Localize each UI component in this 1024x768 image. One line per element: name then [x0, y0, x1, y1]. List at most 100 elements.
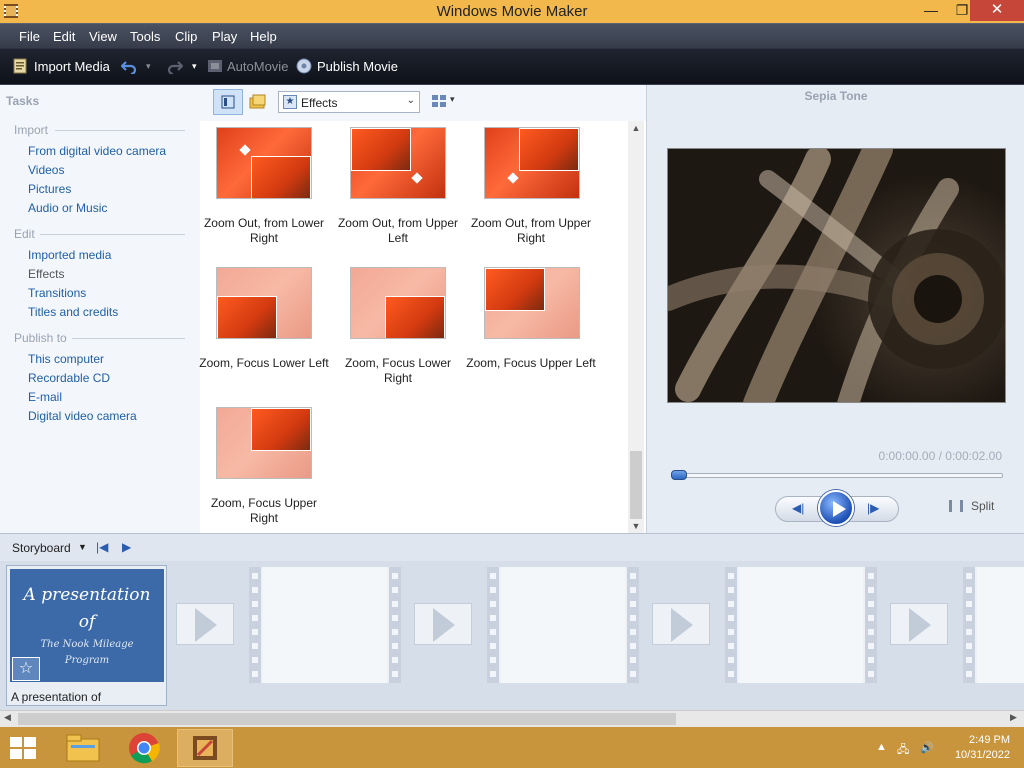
scrollbar-thumb[interactable] [630, 451, 642, 519]
rewind-storyboard-button[interactable]: |◀ [96, 540, 108, 554]
seek-bar-handle[interactable] [671, 470, 687, 480]
close-button[interactable]: ✕ [970, 0, 1024, 21]
redo-dropdown-icon[interactable]: ▾ [192, 61, 197, 72]
scrollbar-thumb[interactable] [18, 713, 676, 725]
storyboard-clip-title[interactable]: A presentation of The Nook Mileage Progr… [6, 565, 167, 706]
empty-clip-slot[interactable] [249, 567, 401, 683]
scroll-left-icon[interactable]: ◀ [4, 712, 11, 723]
split-icon[interactable] [949, 500, 963, 512]
film-holes [249, 567, 261, 683]
title-line: of [78, 612, 96, 632]
network-icon[interactable]: 🖧 [897, 741, 909, 760]
storyboard-label[interactable]: Storyboard [12, 541, 71, 555]
thumbnail-size-dropdown-icon: ▾ [450, 94, 455, 104]
empty-clip-slot[interactable] [487, 567, 639, 683]
next-frame-button[interactable]: |▶ [867, 501, 879, 515]
title-line: A presentation [23, 585, 151, 605]
effect-frame [217, 296, 277, 338]
effect-thumbnail[interactable] [216, 267, 312, 339]
task-transitions[interactable]: Transitions [28, 286, 86, 300]
task-pictures[interactable]: Pictures [28, 182, 71, 196]
menu-edit[interactable]: Edit [53, 29, 75, 44]
transition-slot[interactable] [890, 603, 948, 645]
effect-thumbnail[interactable] [350, 267, 446, 339]
task-imported-media[interactable]: Imported media [28, 248, 111, 262]
effect-thumbnail[interactable] [350, 127, 446, 199]
effect-thumbnail[interactable] [216, 127, 312, 199]
publish-movie-button[interactable]: Publish Movie [317, 59, 398, 74]
scroll-down-icon[interactable]: ▼ [628, 521, 644, 531]
effect-thumbnail[interactable] [484, 267, 580, 339]
publish-movie-icon[interactable] [296, 58, 312, 74]
effect-star-icon[interactable]: ☆ [12, 657, 40, 681]
split-button[interactable]: Split [971, 499, 994, 513]
transition-arrow-icon [671, 608, 693, 642]
file-explorer-taskbar-button[interactable] [55, 729, 111, 767]
redo-icon[interactable] [167, 58, 183, 74]
scroll-right-icon[interactable]: ▶ [1010, 712, 1017, 723]
effect-frame [251, 156, 311, 198]
import-section-title: Import [14, 123, 49, 137]
seek-bar[interactable] [671, 473, 1003, 478]
clock-time: 2:49 PM [969, 734, 1010, 746]
task-from-digital-video-camera[interactable]: From digital video camera [28, 144, 166, 158]
clip-placeholder [977, 567, 1024, 683]
empty-clip-slot[interactable] [725, 567, 877, 683]
effects-scrollbar[interactable]: ▲ ▼ [628, 121, 644, 533]
details-view-button[interactable] [213, 89, 243, 115]
menu-play[interactable]: Play [212, 29, 237, 44]
taskbar-clock[interactable]: 2:49 PM 10/31/2022 [955, 733, 1010, 763]
transition-slot[interactable] [652, 603, 710, 645]
effect-caption: Zoom Out, from Upper Right [470, 216, 592, 245]
preview-pane: Sepia Tone 0:00:00.00 / 0:00:02.00 ◀| |▶… [646, 85, 1024, 533]
menu-tools[interactable]: Tools [130, 29, 160, 44]
previous-frame-button[interactable]: ◀| [792, 501, 804, 515]
show-hidden-icons-icon[interactable]: ▲ [876, 741, 887, 753]
film-holes [963, 567, 975, 683]
thumbnail-grid-icon [432, 95, 446, 107]
volume-icon[interactable]: 🔊 [920, 741, 934, 754]
minimize-button[interactable]: — [916, 0, 946, 21]
task-titles-and-credits[interactable]: Titles and credits [28, 305, 118, 319]
menu-clip[interactable]: Clip [175, 29, 197, 44]
task-digital-video-camera[interactable]: Digital video camera [28, 409, 137, 423]
transition-arrow-icon [433, 608, 455, 642]
menu-file[interactable]: File [19, 29, 40, 44]
storyboard-dropdown-icon[interactable]: ▼ [78, 542, 87, 552]
task-audio-or-music[interactable]: Audio or Music [28, 201, 107, 215]
movie-maker-taskbar-button[interactable] [177, 729, 233, 767]
menu-view[interactable]: View [89, 29, 117, 44]
effect-thumbnail[interactable] [216, 407, 312, 479]
scroll-up-icon[interactable]: ▲ [628, 123, 644, 133]
play-storyboard-button[interactable]: ▶ [122, 540, 131, 554]
chrome-icon [129, 733, 160, 764]
automovie-icon[interactable] [207, 58, 223, 74]
task-this-computer[interactable]: This computer [28, 352, 104, 366]
undo-icon[interactable] [121, 58, 137, 74]
chrome-taskbar-button[interactable] [116, 729, 172, 767]
transition-slot[interactable] [414, 603, 472, 645]
folder-view-button[interactable] [245, 89, 271, 115]
import-divider [55, 130, 185, 131]
edit-divider [40, 234, 185, 235]
preview-monitor [667, 148, 1006, 403]
automovie-button[interactable]: AutoMovie [227, 59, 288, 74]
task-videos[interactable]: Videos [28, 163, 64, 177]
empty-clip-slot[interactable] [963, 567, 1024, 683]
undo-dropdown-icon[interactable]: ▾ [146, 61, 151, 72]
windows-start-icon[interactable] [10, 737, 38, 759]
effects-dropdown[interactable]: ★ Effects ⌄ [278, 91, 420, 113]
task-effects[interactable]: Effects [28, 267, 64, 281]
import-media-icon[interactable] [12, 58, 28, 74]
menu-help[interactable]: Help [250, 29, 277, 44]
transition-slot[interactable] [176, 603, 234, 645]
task-e-mail[interactable]: E-mail [28, 390, 62, 404]
effect-thumbnail[interactable] [484, 127, 580, 199]
task-recordable-cd[interactable]: Recordable CD [28, 371, 110, 385]
storyboard-scrollbar[interactable]: ◀ ▶ [0, 710, 1024, 727]
film-holes [627, 567, 639, 683]
import-media-button[interactable]: Import Media [34, 59, 110, 74]
toolbar: Import Media ▾ ▾ AutoMovie Publish Movie [0, 48, 1024, 85]
play-button[interactable] [818, 490, 854, 526]
thumbnail-size-button[interactable]: ▾ [431, 94, 459, 110]
